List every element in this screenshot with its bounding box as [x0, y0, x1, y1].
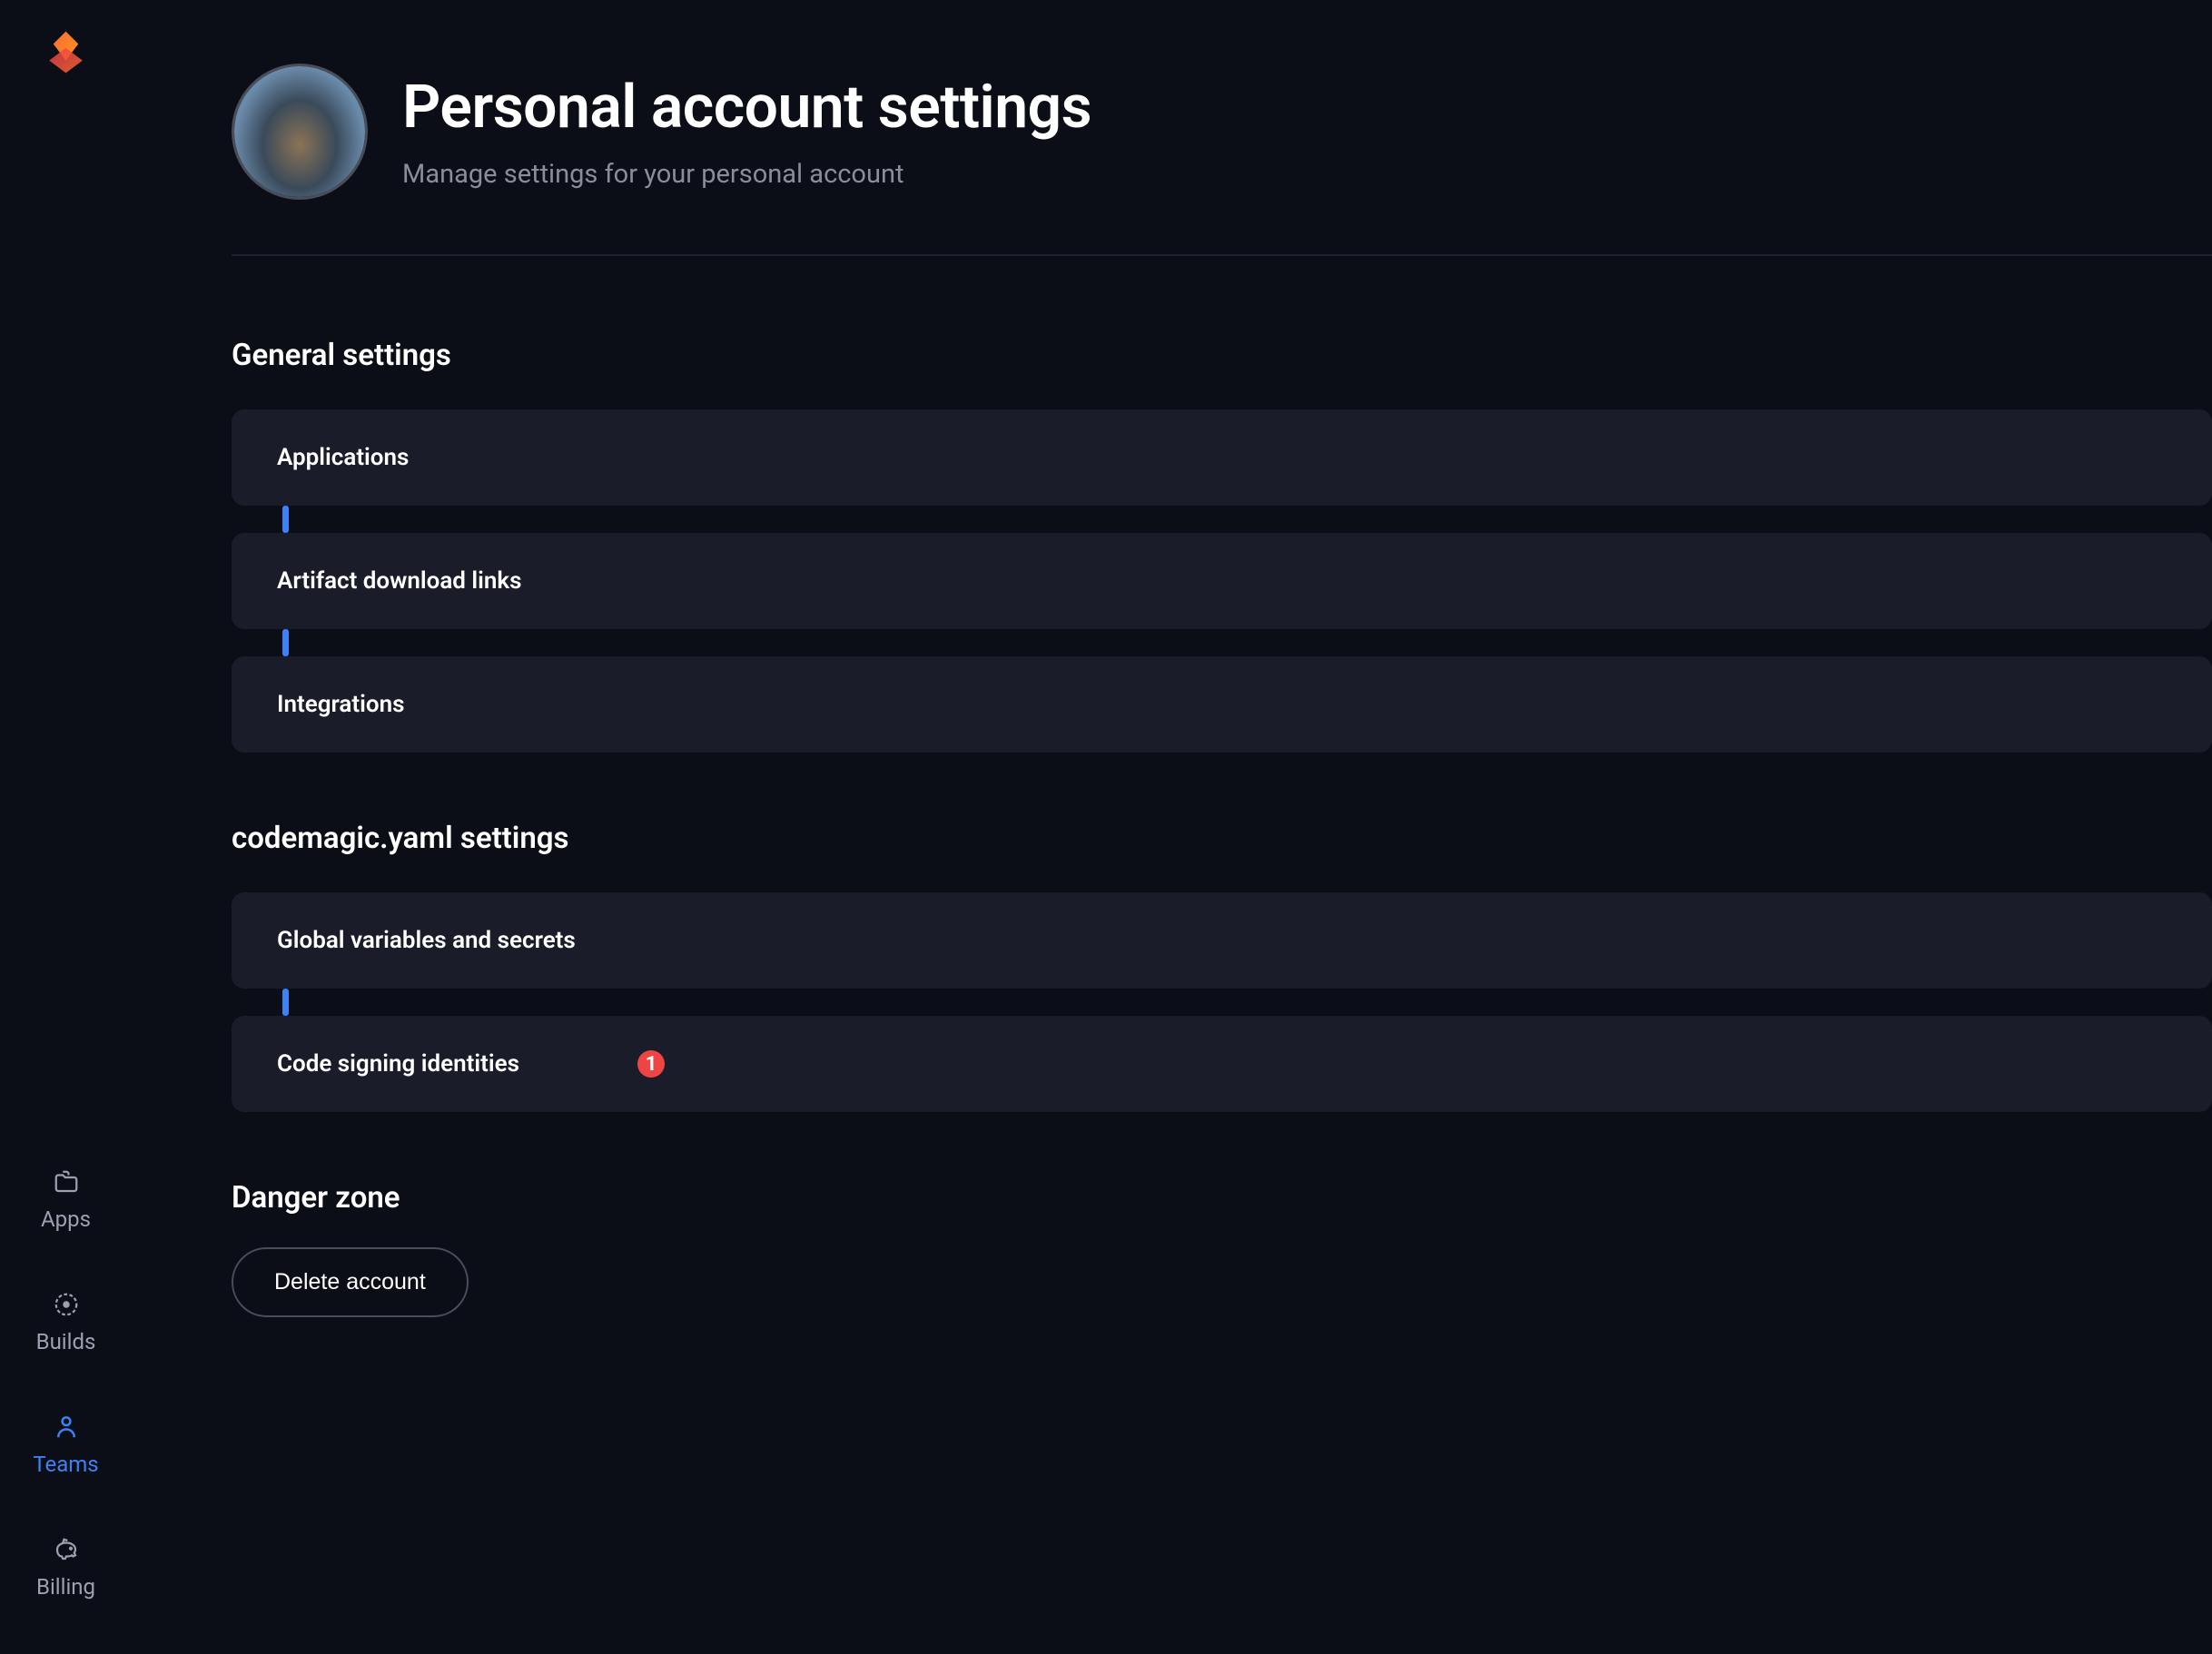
logo-icon[interactable]: [41, 27, 91, 77]
row-label: Global variables and secrets: [277, 927, 576, 954]
piggybank-icon: [53, 1536, 80, 1563]
notification-badge: 1: [637, 1050, 665, 1078]
page-header: Personal account settings Manage setting…: [232, 64, 2212, 200]
row-artifact-download-links[interactable]: Artifact download links: [232, 533, 2212, 629]
nav-label: Apps: [41, 1206, 91, 1232]
sidebar: Apps Builds Teams Billing: [0, 0, 132, 1654]
nav-label: Billing: [36, 1574, 95, 1600]
row-label: Integrations: [277, 691, 405, 718]
general-section: General settings Applications Artifact d…: [232, 338, 2212, 753]
connector: [282, 629, 289, 656]
avatar[interactable]: [232, 64, 368, 200]
page-title: Personal account settings: [402, 73, 1091, 143]
nav-builds[interactable]: Builds: [33, 1291, 98, 1354]
row-integrations[interactable]: Integrations: [232, 656, 2212, 753]
connector: [282, 989, 289, 1016]
row-label: Code signing identities: [277, 1050, 519, 1078]
builds-icon: [53, 1291, 80, 1318]
page-subtitle: Manage settings for your personal accoun…: [402, 159, 1091, 190]
teams-icon: [53, 1413, 80, 1441]
section-title-danger: Danger zone: [232, 1180, 2212, 1216]
delete-account-button[interactable]: Delete account: [232, 1247, 469, 1317]
row-label: Artifact download links: [277, 567, 522, 595]
nav-items: Apps Builds Teams Billing: [33, 1168, 98, 1654]
nav-label: Builds: [36, 1329, 96, 1354]
nav-label: Teams: [33, 1452, 98, 1477]
main-content: Personal account settings Manage setting…: [132, 0, 2212, 1654]
nav-apps[interactable]: Apps: [33, 1168, 98, 1232]
yaml-section: codemagic.yaml settings Global variables…: [232, 821, 2212, 1112]
row-applications[interactable]: Applications: [232, 409, 2212, 506]
row-global-variables[interactable]: Global variables and secrets: [232, 892, 2212, 989]
danger-section: Danger zone Delete account: [232, 1180, 2212, 1317]
row-code-signing[interactable]: Code signing identities 1: [232, 1016, 2212, 1112]
divider: [232, 254, 2212, 256]
row-label: Applications: [277, 444, 409, 471]
section-title-yaml: codemagic.yaml settings: [232, 821, 2212, 856]
nav-teams[interactable]: Teams: [33, 1413, 98, 1477]
folder-icon: [53, 1168, 80, 1196]
connector: [282, 506, 289, 533]
nav-billing[interactable]: Billing: [33, 1536, 98, 1600]
section-title-general: General settings: [232, 338, 2212, 373]
